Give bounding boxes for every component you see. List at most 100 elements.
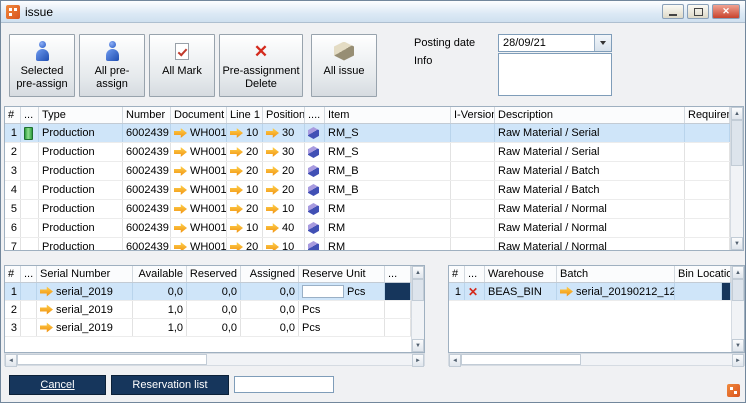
col-header-status[interactable]: ... [21,107,39,123]
titlebar[interactable]: issue ✕ [1,1,745,23]
restore-button[interactable] [687,4,709,19]
link-arrow-icon[interactable] [174,128,187,139]
minimize-button[interactable] [662,4,684,19]
scroll-thumb[interactable] [461,354,581,365]
link-arrow-icon[interactable] [230,185,243,196]
scroll-left-button[interactable]: ◄ [5,354,17,367]
info-textarea[interactable] [498,53,612,96]
col-header-bin-location[interactable]: Bin Location [675,266,731,282]
col-header-line1[interactable]: Line 1 [227,107,263,123]
posting-date-combobox[interactable]: 28/09/21 [498,34,612,52]
table-row[interactable]: 1 serial_2019 0,0 0,0 0,0 Pcs [5,283,411,301]
scroll-right-button[interactable]: ► [732,354,744,367]
col-header-type[interactable]: Type [39,107,123,123]
col-header-dots[interactable]: ... [21,266,37,282]
col-header-number[interactable]: Number [123,107,171,123]
scroll-down-button[interactable]: ▼ [731,237,743,250]
link-arrow-icon[interactable] [230,166,243,177]
table-row[interactable]: 1 Production 6002439 WH001 10 30 RM_S Ra… [5,124,730,143]
scroll-up-button[interactable]: ▲ [412,266,424,279]
table-row[interactable]: 2 Production 6002439 WH001 20 30 RM_S Ra… [5,143,730,162]
link-arrow-icon[interactable] [174,204,187,215]
warehouse-table-hscrollbar[interactable]: ◄ ► [448,353,745,366]
close-button[interactable]: ✕ [712,4,740,19]
col-header-requirement[interactable]: Requirem [685,107,730,123]
reserve-quantity-input[interactable] [302,285,344,298]
scroll-thumb[interactable] [732,279,744,301]
table-row[interactable]: 6 Production 6002439 WH001 10 40 RM Raw … [5,219,730,238]
link-arrow-icon[interactable] [266,166,279,177]
col-header-description[interactable]: Description [495,107,685,123]
reservation-list-button[interactable]: Reservation list [111,375,229,395]
link-arrow-icon[interactable] [230,204,243,215]
col-header-num[interactable]: # [5,266,21,282]
table-row[interactable]: 2 serial_2019 1,0 0,0 0,0 Pcs [5,301,411,319]
scroll-down-button[interactable]: ▼ [732,339,744,352]
scroll-thumb[interactable] [412,279,424,301]
col-header-assigned[interactable]: Assigned [241,266,299,282]
scroll-left-button[interactable]: ◄ [449,354,461,367]
warehouse-table-vscrollbar[interactable]: ▲ ▼ [731,266,744,352]
delete-cell[interactable]: ✕ [465,283,485,300]
link-arrow-icon[interactable] [560,286,573,297]
col-header-num[interactable]: # [449,266,465,282]
col-header-iversion[interactable]: I-Version [451,107,495,123]
combo-dropdown-button[interactable] [594,35,611,51]
link-arrow-icon[interactable] [174,147,187,158]
link-arrow-icon[interactable] [40,322,53,333]
col-header-batch[interactable]: Batch [557,266,675,282]
col-header-reserved[interactable]: Reserved [187,266,241,282]
col-header-itemicon[interactable]: .... [305,107,325,123]
item-icon-cell [305,162,325,180]
all-preassign-button[interactable]: All pre-assign [79,34,145,97]
table-row[interactable]: 3 serial_2019 1,0 0,0 0,0 Pcs [5,319,411,337]
table-row[interactable]: 1 ✕ BEAS_BIN serial_20190212_12505 [449,283,731,301]
col-header-document[interactable]: Document [171,107,227,123]
col-header-serial[interactable]: Serial Number [37,266,133,282]
all-mark-button[interactable]: All Mark [149,34,215,97]
link-arrow-icon[interactable] [230,128,243,139]
link-arrow-icon[interactable] [40,286,53,297]
link-arrow-icon[interactable] [266,147,279,158]
col-header-position[interactable]: Position [263,107,305,123]
all-issue-button[interactable]: All issue [311,34,377,97]
scroll-thumb[interactable] [731,120,743,166]
link-arrow-icon[interactable] [230,242,243,252]
cancel-button[interactable]: Cancel [9,375,106,395]
link-arrow-icon[interactable] [266,223,279,234]
preassignment-delete-button[interactable]: ✕ Pre-assignment Delete [219,34,303,97]
col-header-available[interactable]: Available [133,266,187,282]
link-arrow-icon[interactable] [40,304,53,315]
link-arrow-icon[interactable] [266,242,279,252]
link-arrow-icon[interactable] [174,223,187,234]
link-arrow-icon[interactable] [174,185,187,196]
scroll-up-button[interactable]: ▲ [731,107,743,120]
link-arrow-icon[interactable] [266,204,279,215]
link-arrow-icon[interactable] [266,128,279,139]
link-arrow-icon[interactable] [266,185,279,196]
scroll-up-button[interactable]: ▲ [732,266,744,279]
selected-preassign-button[interactable]: Selected pre-assign [9,34,75,97]
col-header-reserve-unit[interactable]: Reserve Unit [299,266,385,282]
main-table-vscrollbar[interactable]: ▲ ▼ [730,107,743,250]
col-header-num[interactable]: # [5,107,21,123]
table-row[interactable]: 7 Production 6002439 WH001 20 10 RM Raw … [5,238,730,251]
table-row[interactable]: 5 Production 6002439 WH001 20 10 RM Raw … [5,200,730,219]
scroll-thumb[interactable] [17,354,207,365]
scroll-down-button[interactable]: ▼ [412,339,424,352]
link-arrow-icon[interactable] [174,166,187,177]
table-row[interactable]: 4 Production 6002439 WH001 10 20 RM_B Ra… [5,181,730,200]
serial-table-vscrollbar[interactable]: ▲ ▼ [411,266,424,352]
link-arrow-icon[interactable] [174,242,187,252]
footer-text-input[interactable] [234,376,334,393]
col-header-dots2[interactable]: ... [385,266,411,282]
scroll-right-button[interactable]: ► [412,354,424,367]
table-row[interactable]: 3 Production 6002439 WH001 20 20 RM_B Ra… [5,162,730,181]
link-arrow-icon[interactable] [230,147,243,158]
col-header-item[interactable]: Item [325,107,451,123]
serial-table-hscrollbar[interactable]: ◄ ► [4,353,425,366]
resize-grip[interactable] [727,384,740,397]
col-header-warehouse[interactable]: Warehouse [485,266,557,282]
link-arrow-icon[interactable] [230,223,243,234]
col-header-dots[interactable]: ... [465,266,485,282]
